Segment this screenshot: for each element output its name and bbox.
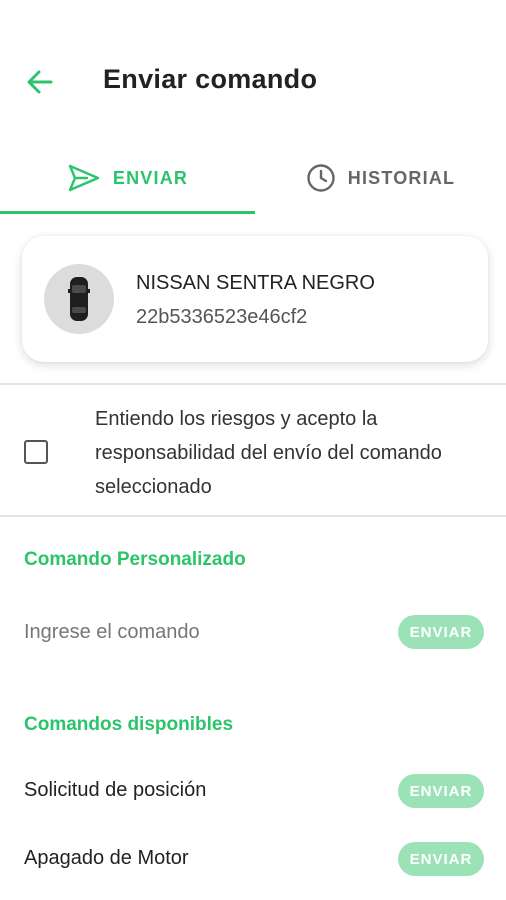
tab-historial-label: HISTORIAL	[347, 167, 456, 188]
vehicle-avatar	[44, 264, 114, 334]
command-label-position: Solicitud de posición	[24, 779, 207, 801]
tab-bar: ENVIAR HISTORIAL	[0, 140, 506, 216]
active-tab-indicator	[0, 211, 255, 214]
divider	[0, 515, 506, 517]
divider	[0, 383, 506, 385]
back-button[interactable]	[22, 64, 58, 100]
page-title: Enviar comando	[103, 64, 318, 94]
send-custom-command-button[interactable]: ENVIAR	[398, 615, 484, 649]
send-engine-off-button[interactable]: ENVIAR	[398, 842, 484, 876]
send-position-button[interactable]: ENVIAR	[398, 774, 484, 808]
section-title-available: Comandos disponibles	[24, 714, 234, 735]
command-input[interactable]	[24, 614, 374, 650]
agreement-checkbox[interactable]	[24, 440, 48, 464]
car-icon	[68, 277, 90, 321]
tab-enviar-label: ENVIAR	[112, 167, 189, 188]
arrow-left-icon	[27, 70, 53, 94]
vehicle-id: 22b5336523e46cf2	[136, 306, 308, 328]
command-label-engine-off: Apagado de Motor	[24, 847, 189, 869]
send-icon	[68, 164, 100, 192]
agreement-text: Entiendo los riesgos y acepto la respons…	[95, 408, 442, 498]
tab-historial[interactable]: HISTORIAL	[255, 140, 506, 216]
app-bar: Enviar comando	[0, 0, 506, 140]
vehicle-card: NISSAN SENTRA NEGRO 22b5336523e46cf2	[22, 236, 488, 362]
tab-enviar[interactable]: ENVIAR	[0, 140, 255, 216]
section-title-custom: Comando Personalizado	[24, 549, 246, 570]
vehicle-name: NISSAN SENTRA NEGRO	[136, 272, 375, 294]
clock-icon	[307, 164, 335, 192]
